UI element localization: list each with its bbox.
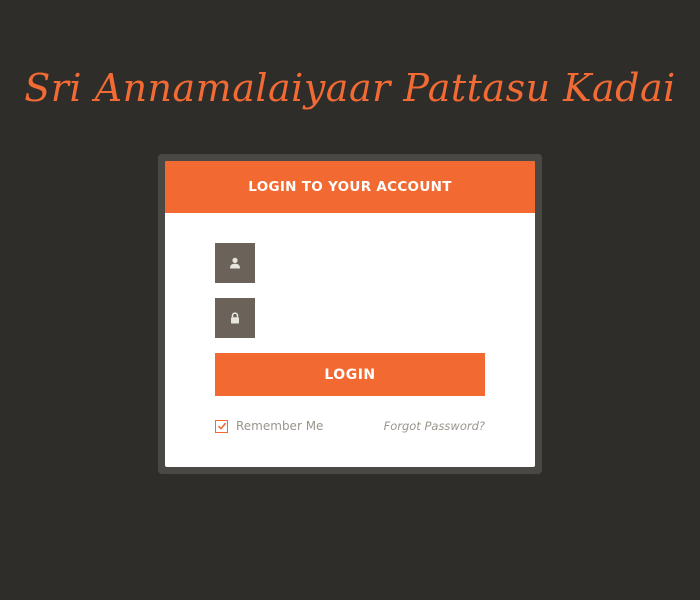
user-icon: [215, 243, 255, 283]
username-field: [215, 243, 485, 283]
login-card-frame: LOGIN TO YOUR ACCOUNT LOGIN Remember Me …: [158, 154, 542, 474]
lock-icon: [215, 298, 255, 338]
login-button[interactable]: LOGIN: [215, 353, 485, 396]
login-card-header: LOGIN TO YOUR ACCOUNT: [165, 161, 535, 213]
login-card: LOGIN TO YOUR ACCOUNT LOGIN Remember Me …: [165, 161, 535, 467]
remember-me-checkbox[interactable]: [215, 419, 228, 433]
forgot-password-link[interactable]: Forgot Password?: [384, 418, 485, 434]
remember-me-label: Remember Me: [236, 419, 324, 433]
username-input[interactable]: [255, 243, 485, 283]
password-field: [215, 298, 485, 338]
check-icon: [217, 422, 226, 430]
site-title: Sri Annamalaiyaar Pattasu Kadai: [24, 66, 676, 110]
password-input[interactable]: [255, 298, 485, 338]
remember-me[interactable]: Remember Me: [215, 418, 323, 434]
